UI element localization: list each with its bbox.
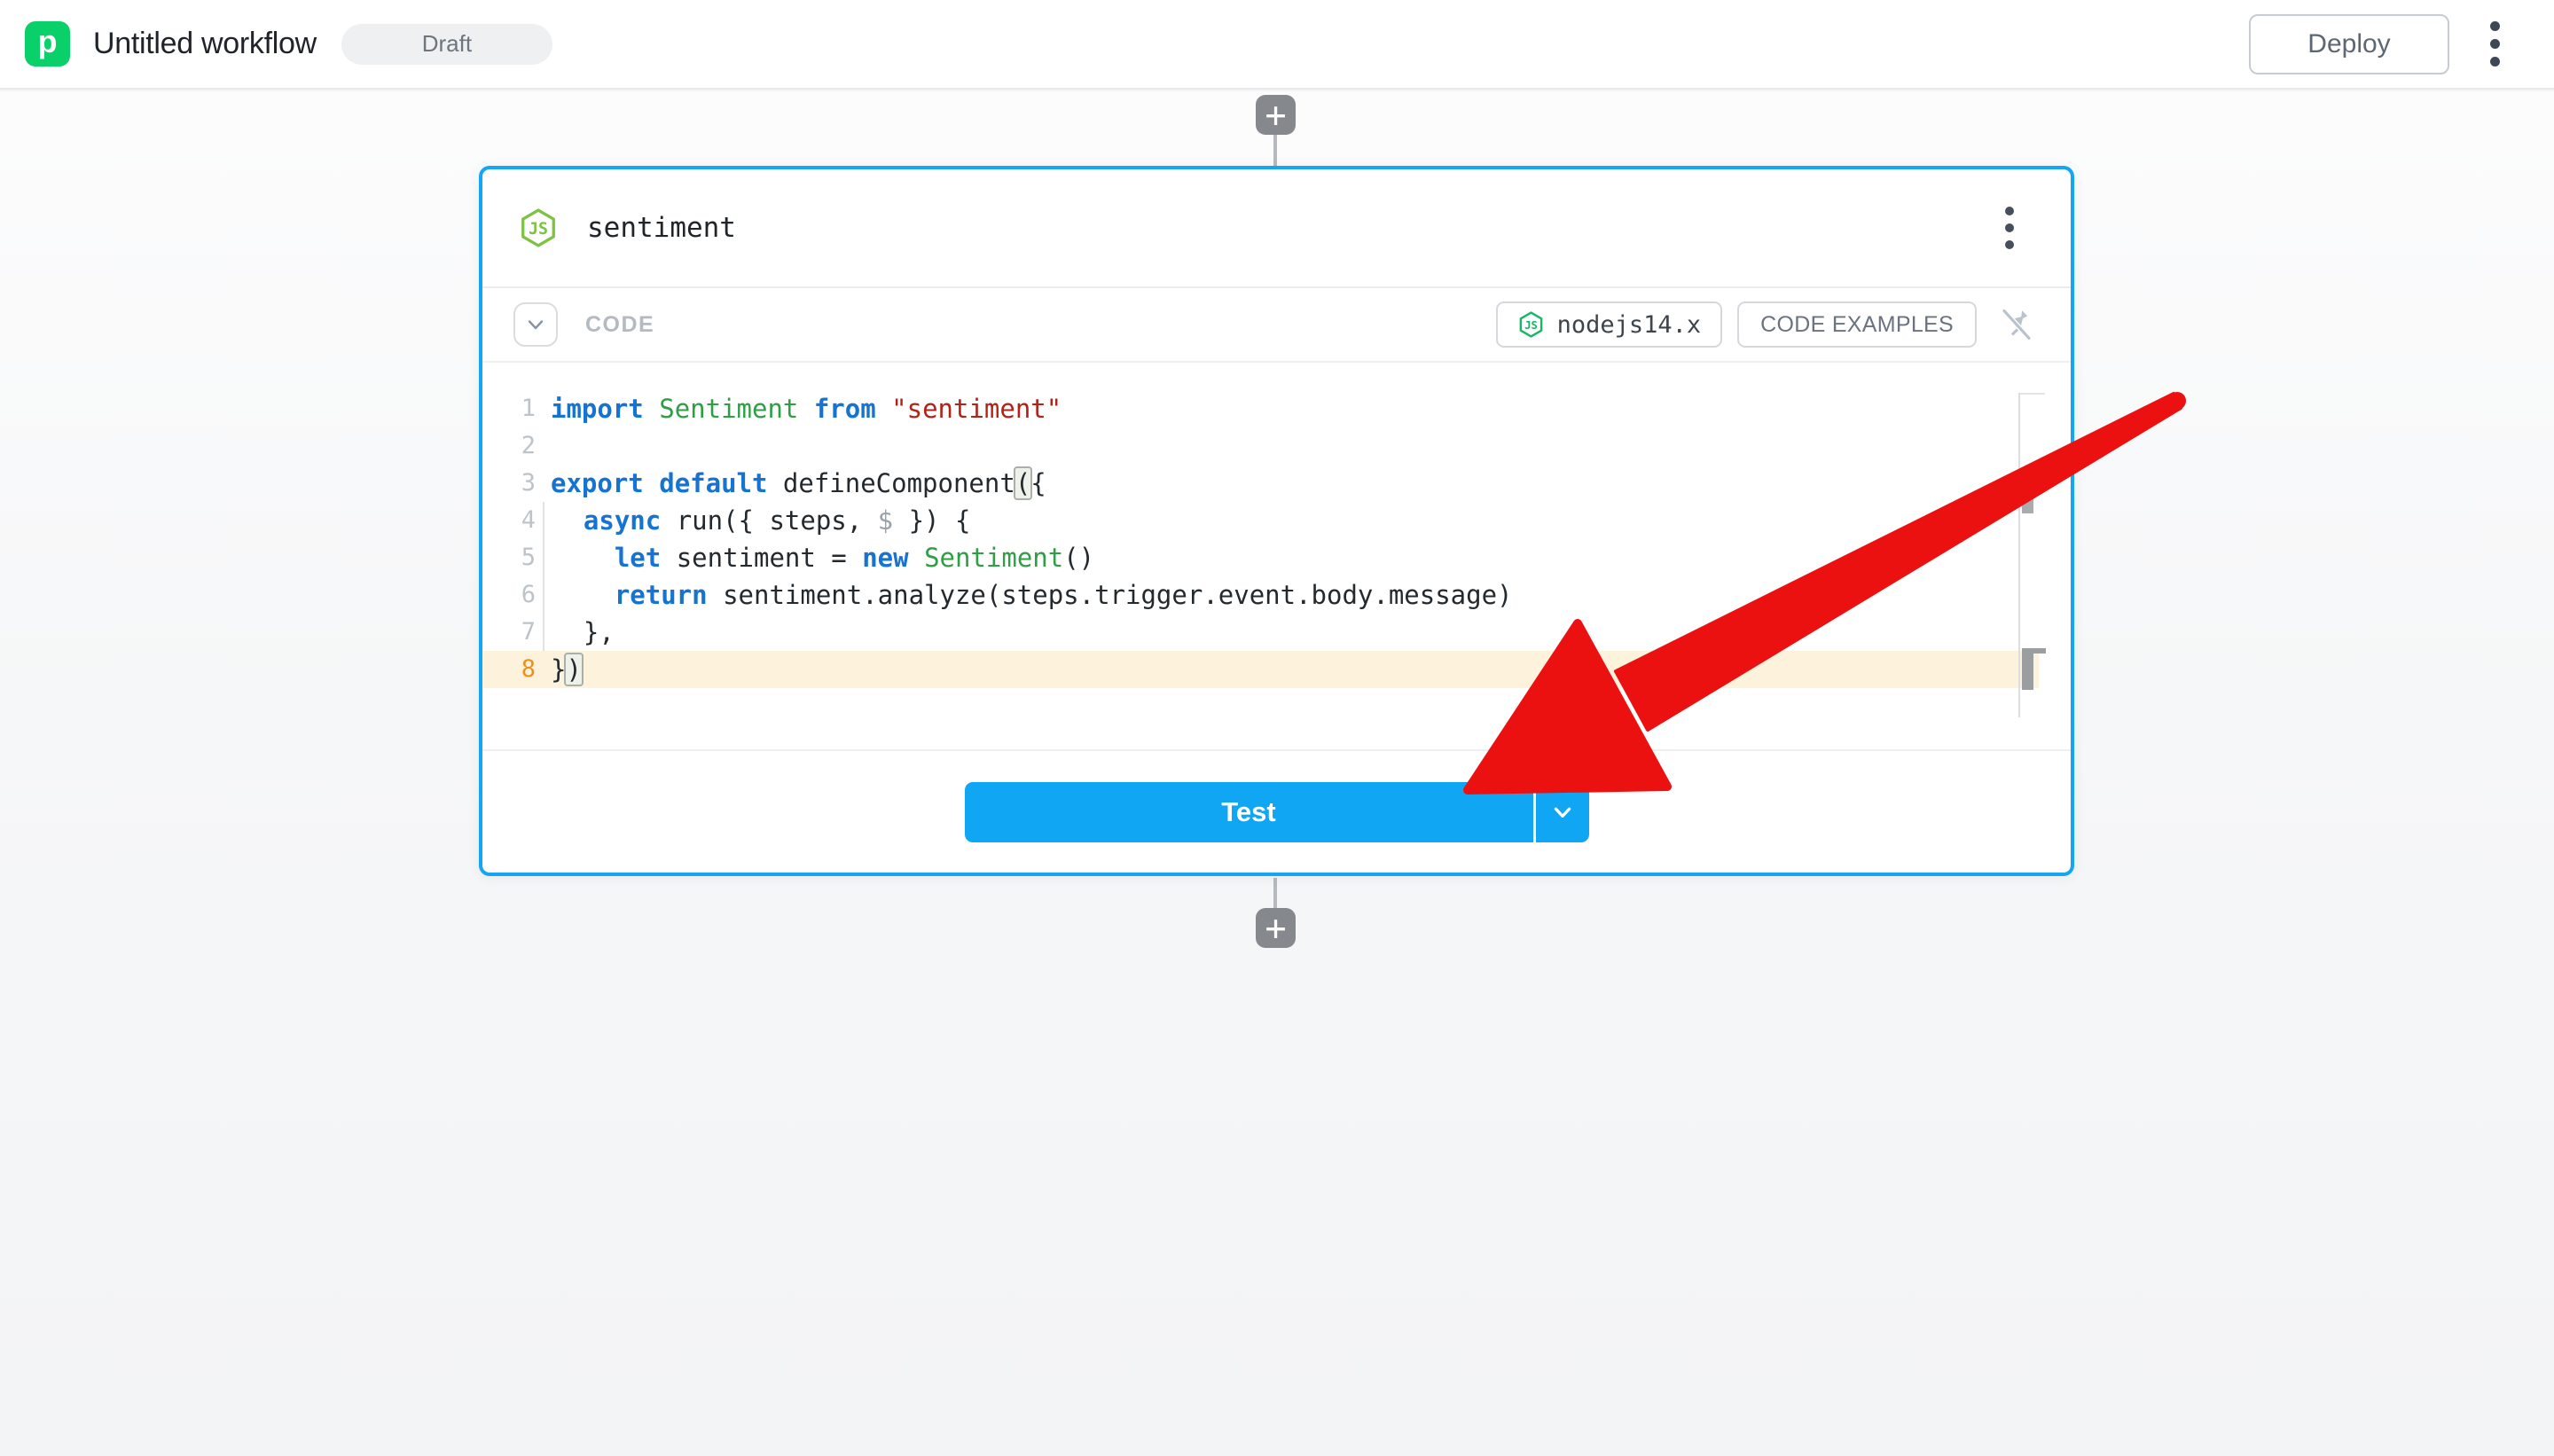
indent-guide (543, 614, 544, 651)
node-header: JS sentiment (482, 169, 2071, 288)
add-step-above-button[interactable]: + (1256, 95, 1296, 135)
scrollbar-track[interactable] (2018, 393, 2020, 717)
code-line-5[interactable]: 5 let sentiment = new Sentiment() (482, 539, 2039, 576)
workflow-menu-kebab-icon[interactable] (2480, 21, 2510, 67)
test-footer: Test (482, 749, 2071, 873)
line-number: 8 (482, 651, 536, 688)
pin-disabled-icon (1998, 306, 2035, 343)
code-line-6[interactable]: 6 return sentiment.analyze(steps.trigger… (482, 576, 2039, 614)
line-number: 7 (482, 614, 536, 651)
runtime-selector[interactable]: JS nodejs14.x (1496, 301, 1723, 348)
nodejs-icon-small: JS (1517, 310, 1545, 339)
node-menu-kebab-icon[interactable] (1994, 207, 2025, 249)
code-line-4[interactable]: 4 async run({ steps, $ }) { (482, 502, 2039, 539)
nodejs-icon: JS (518, 207, 559, 249)
topbar-right: Deploy (2249, 14, 2510, 74)
cursor-position-mark-bar (2022, 650, 2033, 690)
topbar: p Untitled workflow Draft Deploy (0, 0, 2554, 90)
line-number: 3 (482, 465, 536, 502)
runtime-label: nodejs14.x (1557, 311, 1702, 339)
node-card-sentiment: JS sentiment CODE JS nodejs14.x COD (479, 166, 2074, 876)
scrollbar-cap (2018, 393, 2045, 395)
unpin-editor-button[interactable] (1996, 304, 2037, 345)
workflow-editor-page: p Untitled workflow Draft Deploy + JS se… (0, 0, 2554, 1456)
test-button[interactable]: Test (965, 782, 1533, 842)
code-lines: 1import Sentiment from "sentiment"23expo… (482, 390, 2071, 688)
code-section-label: CODE (585, 312, 654, 338)
topbar-left: p Untitled workflow Draft (25, 21, 552, 67)
collapse-section-button[interactable] (513, 302, 558, 347)
deploy-button[interactable]: Deploy (2249, 14, 2449, 74)
connector-line-top (1273, 135, 1277, 167)
code-line-8[interactable]: 8}) (482, 651, 2039, 688)
code-section-toolbar: CODE JS nodejs14.x CODE EXAMPLES (482, 288, 2071, 363)
line-number: 5 (482, 539, 536, 576)
node-title[interactable]: sentiment (587, 212, 736, 244)
chevron-down-icon (525, 314, 546, 335)
chevron-down-icon (1551, 801, 1574, 824)
svg-text:JS: JS (1524, 319, 1538, 332)
indent-guide (543, 502, 544, 539)
indent-guide (543, 576, 544, 614)
line-number: 6 (482, 576, 536, 614)
line-number: 1 (482, 390, 536, 427)
workflow-title[interactable]: Untitled workflow (93, 27, 317, 61)
indent-guide (543, 539, 544, 576)
line-number: 4 (482, 502, 536, 539)
add-step-below-button[interactable]: + (1256, 908, 1296, 948)
svg-text:JS: JS (529, 220, 548, 239)
test-options-dropdown[interactable] (1536, 782, 1589, 842)
status-badge: Draft (341, 24, 552, 65)
test-split-button: Test (965, 782, 1589, 842)
connector-line-bottom (1273, 878, 1277, 908)
code-line-7[interactable]: 7 }, (482, 614, 2039, 651)
pipedream-logo-icon: p (25, 21, 70, 67)
code-editor[interactable]: 1import Sentiment from "sentiment"23expo… (482, 363, 2071, 754)
code-examples-button[interactable]: CODE EXAMPLES (1737, 301, 1977, 348)
code-line-2[interactable]: 2 (482, 427, 2039, 465)
code-line-3[interactable]: 3export default defineComponent({ (482, 465, 2039, 502)
line-number: 2 (482, 427, 536, 465)
scrollbar-thumb[interactable] (2022, 478, 2033, 513)
code-line-1[interactable]: 1import Sentiment from "sentiment" (482, 390, 2039, 427)
